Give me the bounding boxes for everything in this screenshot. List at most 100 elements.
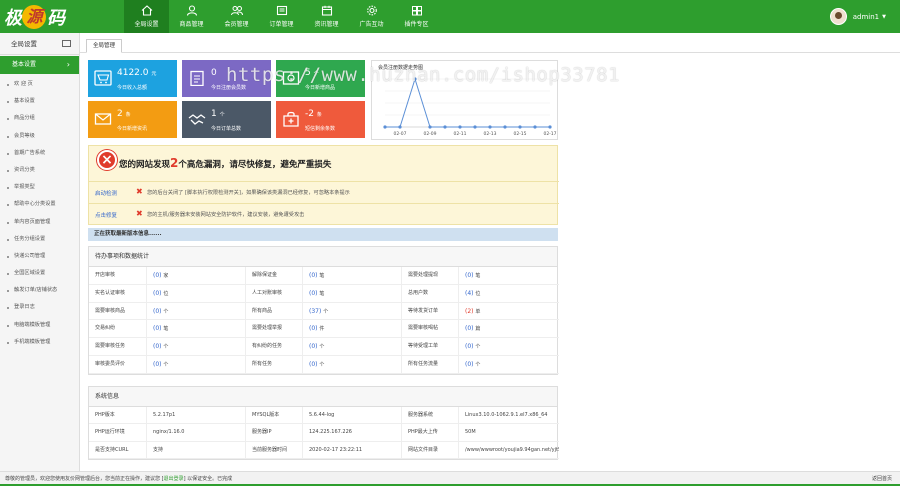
todo-key: 交易纠纷 [89, 320, 146, 339]
todo-value[interactable]: (0) 个 [302, 355, 401, 374]
todo-value[interactable]: (0) 篇 [458, 320, 559, 339]
nav-orders[interactable]: 订单管理 [259, 0, 304, 33]
nav-global-settings[interactable]: 全局设置 [124, 0, 169, 33]
alert-row: 点击修复 ✖ 您的主机/服务器未安装网站安全防护软件，建议安装，避免遭受攻击 [89, 203, 559, 225]
todo-value[interactable]: (0) 位 [146, 284, 245, 303]
todo-value[interactable]: (0) 笔 [146, 320, 245, 339]
nav-members[interactable]: 会员管理 [214, 0, 259, 33]
todo-unit: 单 [475, 308, 481, 315]
tab-global-management[interactable]: 全局管理 [86, 39, 123, 53]
sidebar-item[interactable]: 基本设置 [0, 93, 79, 110]
system-key: 当前服务器时间 [245, 441, 302, 460]
nav-products[interactable]: 商品管理 [169, 0, 214, 33]
sidebar-item[interactable]: 资讯分类 [0, 162, 79, 179]
sidebar-item[interactable]: 首期广告系统 [0, 145, 79, 162]
system-value: 5.2.17p1 [146, 407, 245, 425]
sidebar-item[interactable]: 商品分组 [0, 110, 79, 127]
status-bar: 尊敬的管理员，欢迎您使用友价网管理后台，您当前正在操作，建议您 [退出登录] 以… [0, 471, 900, 486]
todo-unit: 笔 [475, 273, 481, 279]
todo-unit: 位 [475, 290, 481, 297]
nav-label: 全局设置 [134, 21, 159, 28]
todo-value[interactable]: (0) 笔 [302, 267, 401, 285]
system-key: 网站文件目录 [401, 441, 458, 460]
todo-key: 解除保证金 [245, 267, 302, 285]
start-detection-link[interactable]: 启动检测 [95, 189, 117, 197]
todo-value[interactable]: (0) 个 [146, 355, 245, 374]
sidebar-item[interactable]: 全国区域设置 [0, 265, 79, 282]
stat-card-news[interactable]: 2 条 今日新增资讯 [88, 101, 177, 138]
nav-label: 广告互动 [359, 21, 384, 28]
nav-ads[interactable]: 广告互动 [349, 0, 394, 33]
stat-card-orders[interactable]: 1 个 今日订单总数 [182, 101, 271, 138]
sidebar-item[interactable]: 举报类型 [0, 179, 79, 196]
sidebar-item[interactable]: 登录日志 [0, 299, 79, 316]
image-icon [282, 70, 300, 86]
chart-point [503, 125, 507, 129]
site-logo[interactable]: 极源码 [4, 5, 65, 29]
nav-news[interactable]: 资讯管理 [304, 0, 349, 33]
todo-unit: 笔 [319, 273, 325, 279]
todo-grid: 开店审核 (0) 家解除保证金 (0) 笔需要处理提现 (0) 笔实名认证审核 (0) … [89, 267, 559, 374]
todo-title: 待办事项和数据统计 [89, 247, 557, 267]
todo-value[interactable]: (0) 笔 [302, 284, 401, 303]
stat-card-members[interactable]: 0 今日注册会员数 [182, 60, 271, 97]
stat-value: 5 [305, 68, 311, 78]
top-header: 极源码 全局设置 商品管理 会员管理 订单管理 资讯管理 广告互动 插件专区 a… [0, 0, 900, 33]
sidebar-item[interactable]: 手机端模板管理 [0, 334, 79, 351]
todo-value[interactable]: (0) 件 [302, 320, 401, 339]
sidebar-item[interactable]: 任务分组设置 [0, 231, 79, 248]
system-value: 124.225.167.226 [302, 424, 401, 442]
todo-value[interactable]: (2) 单 [458, 302, 559, 321]
sidebar-item[interactable]: 触发订单/店铺状态 [0, 282, 79, 299]
chart-point [383, 125, 387, 129]
stat-unit: 元 [151, 71, 157, 77]
collapse-icon[interactable] [62, 40, 71, 47]
stat-value: 0 [211, 68, 217, 78]
logout-link[interactable]: 退出登录 [164, 476, 184, 482]
nav-plugins[interactable]: 插件专区 [394, 0, 439, 33]
chart-point [518, 125, 522, 129]
alert-message: 您的后台关闭了 [脚本执行权限检测开关]，如果确保该类漏洞已经修复，可忽略本条提… [147, 190, 350, 196]
stat-value: 1 [211, 109, 217, 119]
stat-card-new-products[interactable]: 5 个 今日新增商品 [276, 60, 365, 97]
puzzle-icon [411, 5, 423, 16]
user-menu[interactable]: admin1 ▼ [829, 8, 886, 25]
chart-tick-label: 02-17 [543, 131, 556, 137]
todo-value[interactable]: (4) 位 [458, 284, 559, 303]
stat-card-sms[interactable]: -2 条 短信剩余条数 [276, 101, 365, 138]
sidebar-item[interactable]: 快递公司管理 [0, 248, 79, 265]
sidebar-item[interactable]: 单内容页面管理 [0, 214, 79, 231]
todo-value[interactable]: (0) 个 [146, 302, 245, 321]
calendar-icon [321, 5, 333, 16]
todo-value[interactable]: (0) 个 [146, 338, 245, 356]
system-key: 服务器系统 [401, 407, 458, 425]
todo-key: 人工对账审核 [245, 284, 302, 303]
sidebar-item[interactable]: 帮助中心分类设置 [0, 196, 79, 213]
logo-text-mid: 源 [22, 5, 46, 29]
todo-unit: 笔 [163, 326, 169, 333]
click-fix-link[interactable]: 点击修复 [95, 211, 117, 219]
todo-value[interactable]: (0) 笔 [458, 267, 559, 285]
todo-value[interactable]: (0) 个 [458, 355, 559, 374]
stat-value: 2 [117, 109, 123, 119]
sidebar-item[interactable]: 会员等级 [0, 128, 79, 145]
version-status: 正在获取最新版本信息...... [88, 228, 558, 241]
chevron-right-icon: › [66, 60, 70, 69]
todo-value[interactable]: (0) 家 [146, 267, 245, 285]
todo-unit: 个 [323, 308, 329, 315]
sidebar-item-basic-settings[interactable]: 基本设置 › [0, 56, 79, 74]
stat-label: 今日订单总数 [211, 126, 242, 132]
todo-value[interactable]: (0) 个 [302, 338, 401, 356]
stat-card-income[interactable]: 4122.0 元 今日收入总额 [88, 60, 177, 97]
todo-key: 有纠纷的任务 [245, 338, 302, 356]
todo-value[interactable]: (0) 个 [458, 338, 559, 356]
todo-key: 所有任务流量 [401, 355, 458, 374]
chart-point [398, 125, 402, 129]
todo-value[interactable]: (37) 个 [302, 302, 401, 321]
x-icon: ✖ [136, 209, 143, 218]
sidebar-item[interactable]: 欢 迎 页 [0, 76, 79, 93]
logo-text-pre: 极 [4, 8, 22, 29]
chart-tick-label: 02-07 [393, 131, 406, 137]
todo-unit: 笔 [319, 290, 325, 297]
sidebar-item[interactable]: 电脑端模板管理 [0, 317, 79, 334]
